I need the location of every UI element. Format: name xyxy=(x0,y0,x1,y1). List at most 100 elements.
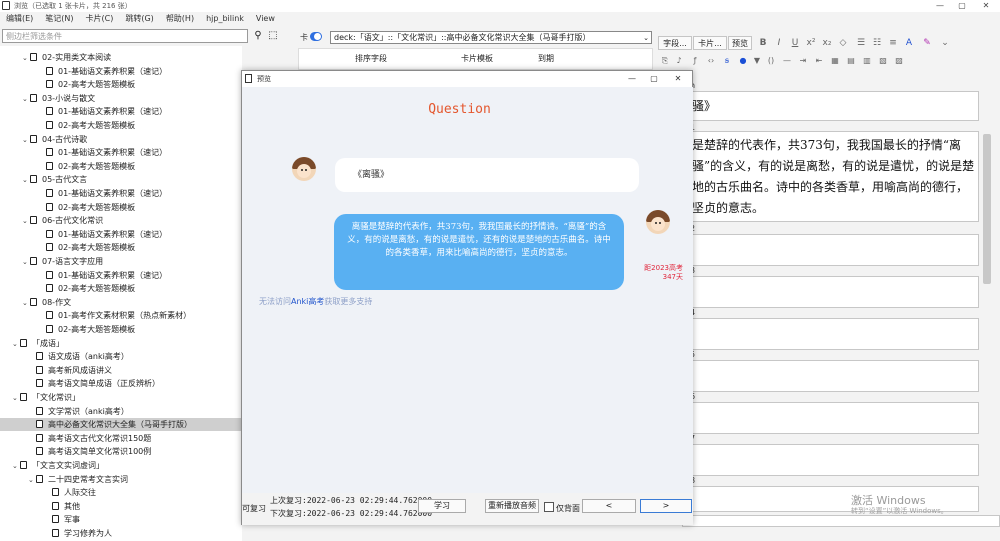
menu-edit[interactable]: 编辑(E) xyxy=(0,12,39,26)
triangle-down-icon[interactable]: ▼ xyxy=(750,54,764,68)
sidebar-deck-item[interactable]: 01-基础语文素养积累（速记） xyxy=(0,65,242,78)
sidebar-deck-item[interactable]: ⌄ 06-古代文化常识 xyxy=(0,214,242,227)
close-icon[interactable]: ✕ xyxy=(976,0,996,12)
field-editor-4[interactable] xyxy=(689,318,979,350)
subscript-icon[interactable]: x₂ xyxy=(820,36,834,50)
cards-notes-toggle[interactable] xyxy=(310,32,322,41)
previous-card-button[interactable]: < xyxy=(582,499,636,513)
sidebar-deck-item[interactable]: 高考语文古代文化常识150题 xyxy=(0,432,242,445)
text-color-icon[interactable]: A xyxy=(902,36,916,50)
menu-help[interactable]: 帮助(H) xyxy=(160,12,200,26)
back-only-checkbox[interactable]: 仅背面 xyxy=(544,502,580,514)
sidebar-deck-item[interactable]: 语文成语（anki高考） xyxy=(0,350,242,363)
field-editor-6[interactable] xyxy=(689,402,979,434)
more-format-icon[interactable]: ⌄ xyxy=(938,36,952,50)
sidebar-deck-item[interactable]: ⌄ 二十四史常考文言实词 xyxy=(0,473,242,486)
sidebar-deck-item[interactable]: 学习修养为人 xyxy=(0,527,242,540)
sidebar-search-input[interactable]: 侧边栏筛选条件 xyxy=(2,29,248,43)
sidebar-deck-item[interactable]: ⌄ 「文言文实词虚词」 xyxy=(0,459,242,472)
column-sort-field[interactable]: 排序字段 xyxy=(355,53,387,64)
chevron-down-icon[interactable]: ⌄ xyxy=(22,93,30,106)
field-editor-5[interactable] xyxy=(689,360,979,392)
field-editor-3[interactable] xyxy=(689,276,979,308)
sidebar-deck-item[interactable]: 人际交往 xyxy=(0,486,242,499)
indent-icon[interactable]: ⇥ xyxy=(796,54,810,68)
code-icon[interactable]: ‹› xyxy=(704,54,718,68)
align-center-icon[interactable]: ▥ xyxy=(860,54,874,68)
formula-icon[interactable]: ƒ xyxy=(688,54,702,68)
chevron-down-icon[interactable]: ⌄ xyxy=(22,52,30,65)
sidebar-deck-item[interactable]: ⌄ 05-古代文言 xyxy=(0,173,242,186)
chevron-down-icon[interactable]: ⌄ xyxy=(22,297,30,310)
microphone-icon[interactable]: ♪ xyxy=(672,54,686,68)
chevron-down-icon[interactable]: ⌄ xyxy=(22,174,30,187)
anki-gaokao-link[interactable]: Anki高考 xyxy=(291,297,324,306)
sidebar-deck-item[interactable]: 其他 xyxy=(0,500,242,513)
sidebar-deck-item[interactable]: 高考新风成语讲义 xyxy=(0,364,242,377)
attach-icon[interactable]: ⎘ xyxy=(658,54,672,68)
sidebar-deck-item[interactable]: ⌄ 08-作文 xyxy=(0,296,242,309)
brackets-icon[interactable]: () xyxy=(764,54,778,68)
sidebar-deck-item[interactable]: 02-高考大题答题模板 xyxy=(0,323,242,336)
sidebar-deck-item[interactable]: 高考语文简单成语（正反辨析） xyxy=(0,377,242,390)
sidebar-deck-item[interactable]: ⌄ 04-古代诗歌 xyxy=(0,133,242,146)
cloze-icon[interactable]: ꞩ xyxy=(720,54,734,68)
sidebar-deck-item[interactable]: 01-基础语文素养积累（速记） xyxy=(0,146,242,159)
replay-audio-button[interactable]: 重新播放音频 xyxy=(485,499,539,513)
menu-cards[interactable]: 卡片(C) xyxy=(80,12,120,26)
bold-icon[interactable]: B xyxy=(756,36,770,50)
checkbox-box[interactable] xyxy=(544,502,554,512)
sidebar-deck-item[interactable]: 02-高考大题答题模板 xyxy=(0,119,242,132)
sidebar-deck-item[interactable]: 01-基础语文素养积累（速记） xyxy=(0,105,242,118)
field-editor-7[interactable] xyxy=(689,444,979,476)
outdent-icon[interactable]: ⇤ xyxy=(812,54,826,68)
menu-go[interactable]: 跳转(G) xyxy=(119,12,159,26)
sidebar-deck-item[interactable]: 02-高考大题答题模板 xyxy=(0,241,242,254)
sidebar-deck-item[interactable]: 01-高考作文素材积累（热点新素材） xyxy=(0,309,242,322)
sidebar-deck-item[interactable]: ⌄ 「成语」 xyxy=(0,337,242,350)
numbered-list-icon[interactable]: ☷ xyxy=(870,36,884,50)
select-tool-icon[interactable]: ⬚ xyxy=(266,29,280,43)
sidebar-deck-item[interactable]: 高考语文简单文化常识100例 xyxy=(0,445,242,458)
bullet-list-icon[interactable]: ☰ xyxy=(854,36,868,50)
chevron-down-icon[interactable]: ⌄ xyxy=(12,392,20,405)
next-card-button[interactable]: > xyxy=(640,499,692,513)
superscript-icon[interactable]: x² xyxy=(804,36,818,50)
fields-button[interactable]: 字段... xyxy=(658,36,692,50)
search-icon[interactable]: ⚲ xyxy=(251,29,265,43)
field-editor-2[interactable] xyxy=(689,234,979,266)
study-button[interactable]: 学习 xyxy=(418,499,466,513)
eraser-icon[interactable]: ◇ xyxy=(836,36,850,50)
chevron-down-icon[interactable]: ⌄ xyxy=(643,32,649,43)
preview-maximize-icon[interactable]: ▢ xyxy=(644,72,664,86)
browser-search-input[interactable]: deck:「语文」::「文化常识」::高中必备文化常识大全集（马哥手打版） ⌄ xyxy=(330,31,652,44)
align-justify-icon[interactable]: ▨ xyxy=(892,54,906,68)
sidebar-deck-item[interactable]: 01-基础语文素养积累（速记） xyxy=(0,269,242,282)
sidebar-deck-item[interactable]: 02-高考大题答题模板 xyxy=(0,282,242,295)
tags-input[interactable] xyxy=(682,515,1000,527)
menu-view[interactable]: View xyxy=(250,12,281,26)
field-editor-1[interactable]: 是楚辞的代表作，共373句，我我国最长的抒情“离骚”的含义，有的说是离愁，有的说… xyxy=(689,131,979,222)
underline-icon[interactable]: U xyxy=(788,36,802,50)
sidebar-deck-item[interactable]: 02-高考大题答题模板 xyxy=(0,78,242,91)
italic-icon[interactable]: I xyxy=(772,36,786,50)
sidebar-deck-item[interactable]: 01-基础语文素养积累（速记） xyxy=(0,187,242,200)
cards-button[interactable]: 卡片... xyxy=(693,36,727,50)
chevron-down-icon[interactable]: ⌄ xyxy=(22,134,30,147)
align-right-icon[interactable]: ▧ xyxy=(876,54,890,68)
highlight-icon[interactable]: ✎ xyxy=(920,36,934,50)
sidebar-deck-item[interactable]: 01-基础语文素养积累（速记） xyxy=(0,228,242,241)
sidebar-deck-item[interactable]: 文学常识（anki高考） xyxy=(0,405,242,418)
chevron-down-icon[interactable]: ⌄ xyxy=(12,338,20,351)
align-icon[interactable]: ≡ xyxy=(886,36,900,50)
chevron-down-icon[interactable]: ⌄ xyxy=(12,460,20,473)
sidebar-deck-item[interactable]: ⌄ 03-小说与散文 xyxy=(0,92,242,105)
column-card-template[interactable]: 卡片模板 xyxy=(461,53,493,64)
sidebar-deck-item[interactable]: 军事 xyxy=(0,513,242,526)
chevron-down-icon[interactable]: ⌄ xyxy=(22,256,30,269)
menu-hjp-bilink[interactable]: hjp_bilink xyxy=(200,12,250,26)
chevron-down-icon[interactable]: ⌄ xyxy=(22,215,30,228)
column-due[interactable]: 到期 xyxy=(538,53,554,64)
preview-minimize-icon[interactable]: — xyxy=(622,72,642,86)
sidebar-deck-item[interactable]: 02-高考大题答题模板 xyxy=(0,160,242,173)
